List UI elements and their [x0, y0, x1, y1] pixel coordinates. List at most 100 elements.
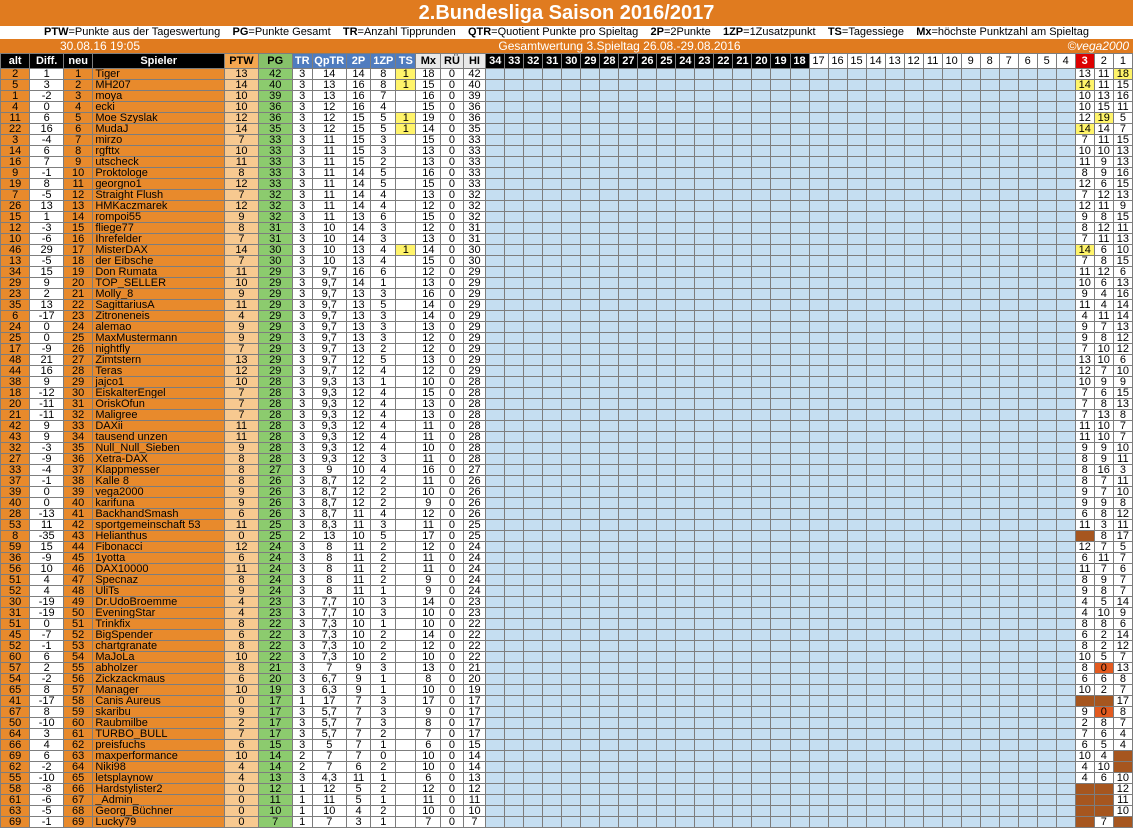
- mx-cell: 13: [415, 156, 442, 168]
- empty-week-cell: [979, 453, 1000, 465]
- rank-diff: 2: [29, 662, 65, 674]
- empty-week-cell: [1055, 211, 1076, 223]
- zp-cell: 1: [370, 772, 397, 784]
- empty-week-cell: [485, 68, 506, 80]
- empty-week-cell: [732, 178, 753, 190]
- week-points-cell: 10: [1093, 354, 1114, 366]
- empty-week-cell: [998, 255, 1019, 267]
- empty-week-cell: [580, 200, 601, 212]
- empty-week-cell: [694, 123, 715, 135]
- empty-week-cell: [922, 167, 943, 179]
- empty-week-cell: [713, 464, 734, 476]
- zp-cell: 4: [370, 255, 397, 267]
- qptr-cell: 8,3: [311, 519, 347, 531]
- player-name: moya: [92, 90, 226, 102]
- table-row: 18 -12 30 EiskalterEngel 7 28 3 9,3 12 4 15 0 28 7 6 15: [0, 387, 1133, 399]
- empty-week-cell: [960, 541, 981, 553]
- qptr-cell: 9,7: [311, 343, 347, 355]
- empty-week-cell: [542, 299, 563, 311]
- qptr-cell: 7: [311, 816, 347, 828]
- empty-week-cell: [998, 79, 1019, 91]
- empty-week-cell: [1055, 431, 1076, 443]
- empty-week-cell: [979, 717, 1000, 729]
- empty-week-cell: [694, 178, 715, 190]
- week-points-cell: 14: [1074, 123, 1095, 135]
- rue-cell: 0: [440, 167, 464, 179]
- zp-cell: 5: [370, 123, 397, 135]
- empty-week-cell: [960, 420, 981, 432]
- mx-cell: 10: [415, 376, 442, 388]
- empty-week-cell: [713, 805, 734, 817]
- hi-cell: 28: [462, 376, 487, 388]
- player-name: Molly_8: [92, 288, 226, 300]
- empty-week-cell: [713, 695, 734, 707]
- empty-week-cell: [884, 805, 905, 817]
- empty-week-cell: [1017, 277, 1038, 289]
- qptr-cell: 11: [311, 200, 347, 212]
- empty-week-cell: [770, 442, 791, 454]
- empty-week-cell: [599, 475, 620, 487]
- empty-week-cell: [789, 816, 810, 828]
- empty-week-cell: [770, 618, 791, 630]
- empty-week-cell: [998, 354, 1019, 366]
- ts-cell: [395, 145, 417, 157]
- empty-week-cell: [656, 794, 677, 806]
- empty-week-cell: [1017, 211, 1038, 223]
- empty-week-cell: [485, 662, 506, 674]
- empty-week-cell: [1055, 332, 1076, 344]
- empty-week-cell: [637, 376, 658, 388]
- two-p-cell: 12: [345, 365, 372, 377]
- ts-cell: [395, 486, 417, 498]
- empty-week-cell: [922, 816, 943, 828]
- mx-cell: 10: [415, 618, 442, 630]
- empty-week-cell: [637, 794, 658, 806]
- empty-week-cell: [675, 673, 696, 685]
- empty-week-cell: [884, 761, 905, 773]
- qptr-cell: 11: [311, 178, 347, 190]
- rank-diff: -3: [29, 222, 65, 234]
- player-name: georgno1: [92, 178, 226, 190]
- player-name: ecki: [92, 101, 226, 113]
- empty-week-cell: [580, 684, 601, 696]
- empty-week-cell: [694, 552, 715, 564]
- two-p-cell: 10: [345, 464, 372, 476]
- empty-week-cell: [903, 365, 924, 377]
- empty-week-cell: [694, 508, 715, 520]
- empty-week-cell: [713, 178, 734, 190]
- mx-cell: 13: [415, 662, 442, 674]
- week-points-cell: 7: [1074, 255, 1095, 267]
- rue-cell: 0: [440, 552, 464, 564]
- zp-cell: 3: [370, 288, 397, 300]
- empty-week-cell: [789, 519, 810, 531]
- empty-week-cell: [599, 288, 620, 300]
- empty-week-cell: [941, 607, 962, 619]
- week-points-cell: 2: [1074, 717, 1095, 729]
- player-name: Null_Null_Sieben: [92, 442, 226, 454]
- player-name: skaribu: [92, 706, 226, 718]
- empty-week-cell: [1036, 90, 1057, 102]
- empty-week-cell: [998, 805, 1019, 817]
- table-row: 53 11 42 sportgemeinschaft 53 11 25 3 8,3 11 3 11 0…: [0, 519, 1133, 531]
- empty-week-cell: [1055, 607, 1076, 619]
- week-points-cell: 13: [1112, 156, 1133, 168]
- empty-week-cell: [637, 211, 658, 223]
- mx-cell: 17: [415, 695, 442, 707]
- week-points-cell: 7: [1112, 552, 1133, 564]
- empty-week-cell: [941, 255, 962, 267]
- empty-week-cell: [542, 541, 563, 553]
- empty-week-cell: [770, 453, 791, 465]
- empty-week-cell: [599, 387, 620, 399]
- empty-week-cell: [960, 640, 981, 652]
- ptw-cell: 4: [224, 772, 259, 784]
- empty-week-cell: [789, 79, 810, 91]
- empty-week-cell: [789, 794, 810, 806]
- empty-week-cell: [865, 750, 886, 762]
- week-points-cell: 6: [1093, 772, 1114, 784]
- empty-week-cell: [675, 211, 696, 223]
- empty-week-cell: [846, 354, 867, 366]
- pg-cell: 29: [257, 299, 293, 311]
- empty-week-cell: [694, 475, 715, 487]
- ts-cell: [395, 134, 417, 146]
- empty-week-cell: [1036, 376, 1057, 388]
- empty-week-cell: [998, 233, 1019, 245]
